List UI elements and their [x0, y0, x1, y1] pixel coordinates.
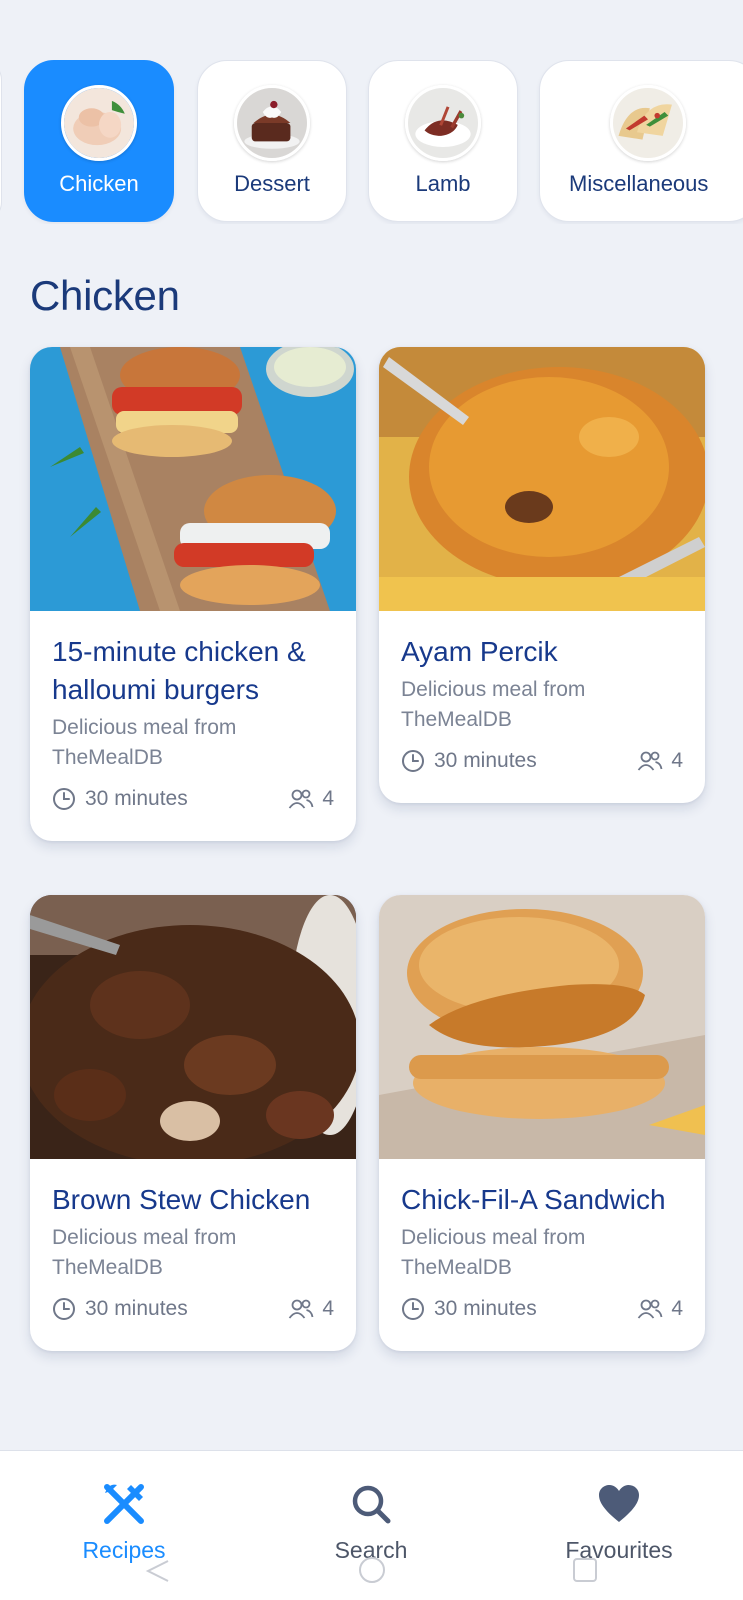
- recipe-time-text: 30 minutes: [85, 787, 188, 810]
- home-icon[interactable]: [359, 1557, 385, 1583]
- people-icon: [638, 751, 663, 771]
- recipe-servings: 4: [288, 787, 334, 811]
- recipe-time-text: 30 minutes: [434, 1297, 537, 1320]
- clock-icon: [53, 788, 75, 810]
- system-navigation-bar: [0, 1555, 743, 1585]
- category-chip-partial[interactable]: [0, 60, 2, 222]
- clock-icon: [53, 1298, 75, 1320]
- section-title: Chicken: [30, 272, 180, 319]
- recipe-card[interactable]: 15-minute chicken & halloumi burgers Del…: [30, 347, 356, 841]
- dessert-thumb: [234, 85, 310, 161]
- category-chip-lamb[interactable]: Lamb: [368, 60, 518, 222]
- recipe-servings-text: 4: [671, 1297, 683, 1320]
- chick-fil-a-photo: [379, 895, 705, 1159]
- clock-icon: [402, 750, 424, 772]
- recipe-time-text: 30 minutes: [85, 1297, 188, 1320]
- recipe-card[interactable]: Brown Stew Chicken Delicious meal from T…: [30, 895, 356, 1351]
- lamb-thumb: [405, 85, 481, 161]
- recipe-card[interactable]: Chick-Fil-A Sandwich Delicious meal from…: [379, 895, 705, 1351]
- recipe-time: 30 minutes: [52, 1297, 188, 1321]
- nav-recipes[interactable]: Recipes: [24, 1479, 224, 1564]
- category-label: Chicken: [59, 171, 139, 196]
- people-icon: [638, 1299, 663, 1319]
- recipe-card[interactable]: Ayam Percik Delicious meal from TheMealD…: [379, 347, 705, 803]
- recipe-title: 15-minute chicken & halloumi burgers: [52, 636, 306, 705]
- heart-icon: [599, 1485, 639, 1522]
- recipe-servings-text: 4: [671, 749, 683, 772]
- recipe-servings-text: 4: [322, 787, 334, 810]
- category-label: Dessert: [234, 171, 310, 196]
- clock-icon: [402, 1298, 424, 1320]
- category-label: Miscellaneous: [569, 171, 709, 196]
- recipe-subtitle: Delicious meal from TheMealDB: [401, 678, 586, 731]
- people-icon: [289, 1299, 314, 1319]
- recents-icon[interactable]: [573, 1558, 597, 1582]
- miscellaneous-thumb: [610, 85, 686, 161]
- recipe-servings: 4: [637, 1297, 683, 1321]
- brown-stew-photo: [30, 895, 356, 1159]
- category-label: Lamb: [415, 171, 471, 196]
- search-icon: [352, 1485, 391, 1524]
- recipe-subtitle: Delicious meal from TheMealDB: [401, 1226, 586, 1279]
- recipe-servings: 4: [637, 749, 683, 773]
- category-chip-chicken[interactable]: Chicken: [24, 60, 174, 222]
- recipe-servings-text: 4: [322, 1297, 334, 1320]
- category-row: Chicken Dessert Lamb Miscellaneous: [0, 60, 743, 224]
- recipe-time: 30 minutes: [401, 749, 537, 773]
- nav-favourites[interactable]: Favourites: [519, 1479, 719, 1564]
- halloumi-burgers-photo: [30, 347, 356, 611]
- recipe-subtitle: Delicious meal from TheMealDB: [52, 716, 237, 769]
- recipe-time-text: 30 minutes: [434, 749, 537, 772]
- recipe-time: 30 minutes: [52, 787, 188, 811]
- category-chip-miscellaneous[interactable]: Miscellaneous: [539, 60, 743, 222]
- recipe-title: Ayam Percik: [401, 636, 558, 667]
- recipe-title: Chick-Fil-A Sandwich: [401, 1184, 666, 1215]
- chicken-thumb: [61, 85, 137, 161]
- category-chip-dessert[interactable]: Dessert: [197, 60, 347, 222]
- ayam-percik-photo: [379, 347, 705, 611]
- recipe-title: Brown Stew Chicken: [52, 1184, 311, 1215]
- recipe-subtitle: Delicious meal from TheMealDB: [52, 1226, 237, 1279]
- back-icon[interactable]: [145, 1560, 169, 1582]
- recipe-time: 30 minutes: [401, 1297, 537, 1321]
- recipe-servings: 4: [288, 1297, 334, 1321]
- nav-search[interactable]: Search: [271, 1479, 471, 1564]
- people-icon: [289, 789, 314, 809]
- utensils-icon: [104, 1484, 144, 1524]
